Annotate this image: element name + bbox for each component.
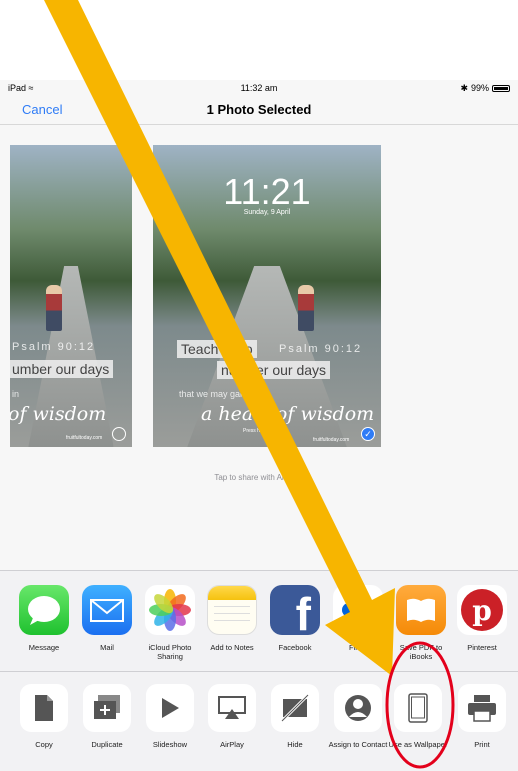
photo-thumbnail-unselected[interactable]: Psalm 90:12 umber our days in of wisdom … <box>10 145 132 447</box>
checkmark-icon[interactable]: ✓ <box>361 427 375 441</box>
share-label: iCloud Photo Sharing <box>148 643 192 661</box>
action-duplicate[interactable]: Duplicate <box>75 684 139 749</box>
photo-line2: that we may gain <box>179 389 248 399</box>
share-apps-row: Message Mail iCloud Photo Sharing Add to… <box>0 571 518 671</box>
mail-icon <box>82 585 132 635</box>
battery-status: ✱ 99% <box>460 80 510 96</box>
ipad-wallpaper-icon <box>394 684 442 732</box>
action-assign-to-contact[interactable]: Assign to Contact <box>326 684 390 749</box>
share-actions-row: Copy Duplicate Slideshow AirPlay Hide As… <box>0 672 518 771</box>
copy-icon <box>20 684 68 732</box>
play-icon <box>146 684 194 732</box>
share-flickr[interactable]: Flickr <box>326 585 390 652</box>
photo-strip: Psalm 90:12 umber our days in of wisdom … <box>0 125 518 465</box>
photo-script: a heart of wisdom <box>201 403 375 425</box>
photo-credit: fruitfultoday.com <box>313 437 350 443</box>
message-icon <box>19 585 69 635</box>
action-hide[interactable]: Hide <box>263 684 327 749</box>
svg-text:p: p <box>472 594 492 627</box>
child-figure <box>46 285 62 331</box>
lockscreen-time: 11:21 <box>223 171 311 212</box>
battery-icon <box>492 84 510 92</box>
unlock-hint: Press home to open <box>243 428 288 434</box>
photo-teach: Teach us to <box>177 340 257 358</box>
share-icloud-photo-sharing[interactable]: iCloud Photo Sharing <box>138 585 202 661</box>
photo-credit: fruitfultoday.com <box>66 435 103 441</box>
action-slideshow[interactable]: Slideshow <box>138 684 202 749</box>
share-label: Copy <box>35 740 53 749</box>
pinterest-icon: p <box>457 585 507 635</box>
share-add-to-notes[interactable]: Add to Notes <box>200 585 264 652</box>
page-title: 1 Photo Selected <box>206 102 312 117</box>
status-bar: iPad ≈ 11:32 am ✱ 99% <box>0 80 518 96</box>
airdrop-area: Tap to share with AirDrop <box>0 465 518 570</box>
action-print[interactable]: Print <box>450 684 514 749</box>
photo-psalm: Psalm 90:12 <box>12 341 96 353</box>
facebook-icon: f <box>270 585 320 635</box>
share-label: Duplicate <box>91 740 123 749</box>
photo-line1: number our days <box>217 361 331 379</box>
share-facebook[interactable]: f Facebook <box>263 585 327 652</box>
share-label: Facebook <box>278 643 312 652</box>
photo-line2: in <box>12 389 20 399</box>
photos-icon <box>145 585 195 635</box>
share-label: Use as Wallpaper <box>388 740 448 749</box>
share-label: Add to Notes <box>210 643 254 652</box>
clock: 11:32 am <box>240 83 278 93</box>
lockscreen-date: Sunday, 9 April <box>243 209 291 216</box>
ibooks-icon <box>396 585 446 635</box>
share-label: Hide <box>287 740 303 749</box>
printer-icon <box>458 684 506 732</box>
bluetooth-icon: ✱ <box>460 83 468 93</box>
battery-percent: 99% <box>470 83 489 93</box>
share-message[interactable]: Message <box>12 585 76 652</box>
share-label: Save PDF to iBooks <box>399 643 443 661</box>
contact-icon <box>334 684 382 732</box>
share-save-pdf-ibooks[interactable]: Save PDF to iBooks <box>389 585 453 661</box>
child-figure <box>298 285 314 331</box>
share-label: Print <box>474 740 490 749</box>
flickr-icon <box>333 585 383 635</box>
notes-icon <box>207 585 257 635</box>
airplay-icon <box>208 684 256 732</box>
share-label: Assign to Contact <box>328 740 388 749</box>
share-label: Pinterest <box>467 643 497 652</box>
photo-psalm: Psalm 90:12 <box>279 343 363 355</box>
share-label: Message <box>28 643 60 652</box>
share-label: AirPlay <box>220 740 244 749</box>
airdrop-hint: Tap to share with AirDrop <box>214 473 304 482</box>
nav-bar: Cancel 1 Photo Selected <box>0 96 518 125</box>
share-pinterest[interactable]: p Pinterest <box>450 585 514 652</box>
duplicate-icon <box>83 684 131 732</box>
action-airplay[interactable]: AirPlay <box>200 684 264 749</box>
photo-line1: umber our days <box>10 360 114 378</box>
hide-icon <box>271 684 319 732</box>
selection-circle[interactable] <box>112 427 126 441</box>
share-mail[interactable]: Mail <box>75 585 139 652</box>
photo-thumbnail-selected[interactable]: 11:21 Sunday, 9 April Teach us to Psalm … <box>153 145 381 447</box>
photo-script: of wisdom <box>10 403 107 425</box>
action-use-as-wallpaper[interactable]: Use as Wallpaper <box>386 684 450 749</box>
share-label: Flickr <box>349 643 367 652</box>
share-label: Slideshow <box>152 740 188 749</box>
action-copy[interactable]: Copy <box>12 684 76 749</box>
share-label: Mail <box>100 643 114 652</box>
